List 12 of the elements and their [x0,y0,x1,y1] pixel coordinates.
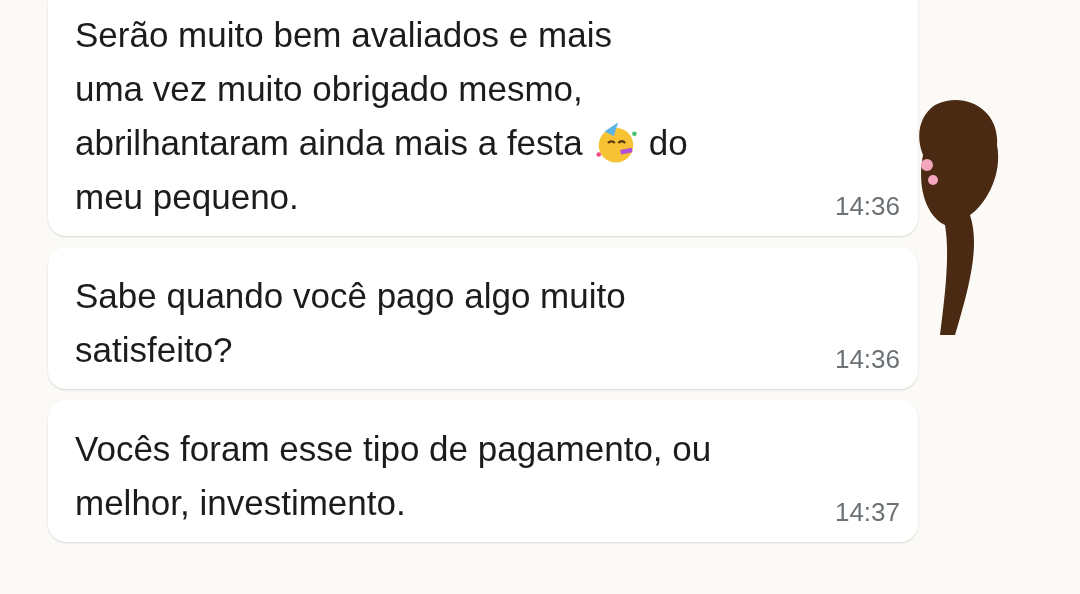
message-text: meu pequeno. [75,176,299,218]
message-text: Sabe quando você pago algo muito [75,275,626,317]
message-text: Serão muito bem avaliados e mais [75,14,612,56]
message-text: satisfeito? [75,329,233,371]
message-time: 14:36 [834,191,900,222]
message-time: 14:36 [834,344,900,375]
message-text: abrilhantaram ainda mais a festa [75,122,583,164]
message-text: melhor, investimento. [75,482,406,524]
message-text: do [648,122,688,164]
message-time: 14:37 [834,497,900,528]
message-text: Vocês foram esse tipo de pagamento, ou [75,428,712,470]
message-text: uma vez muito obrigado mesmo, [75,68,583,110]
